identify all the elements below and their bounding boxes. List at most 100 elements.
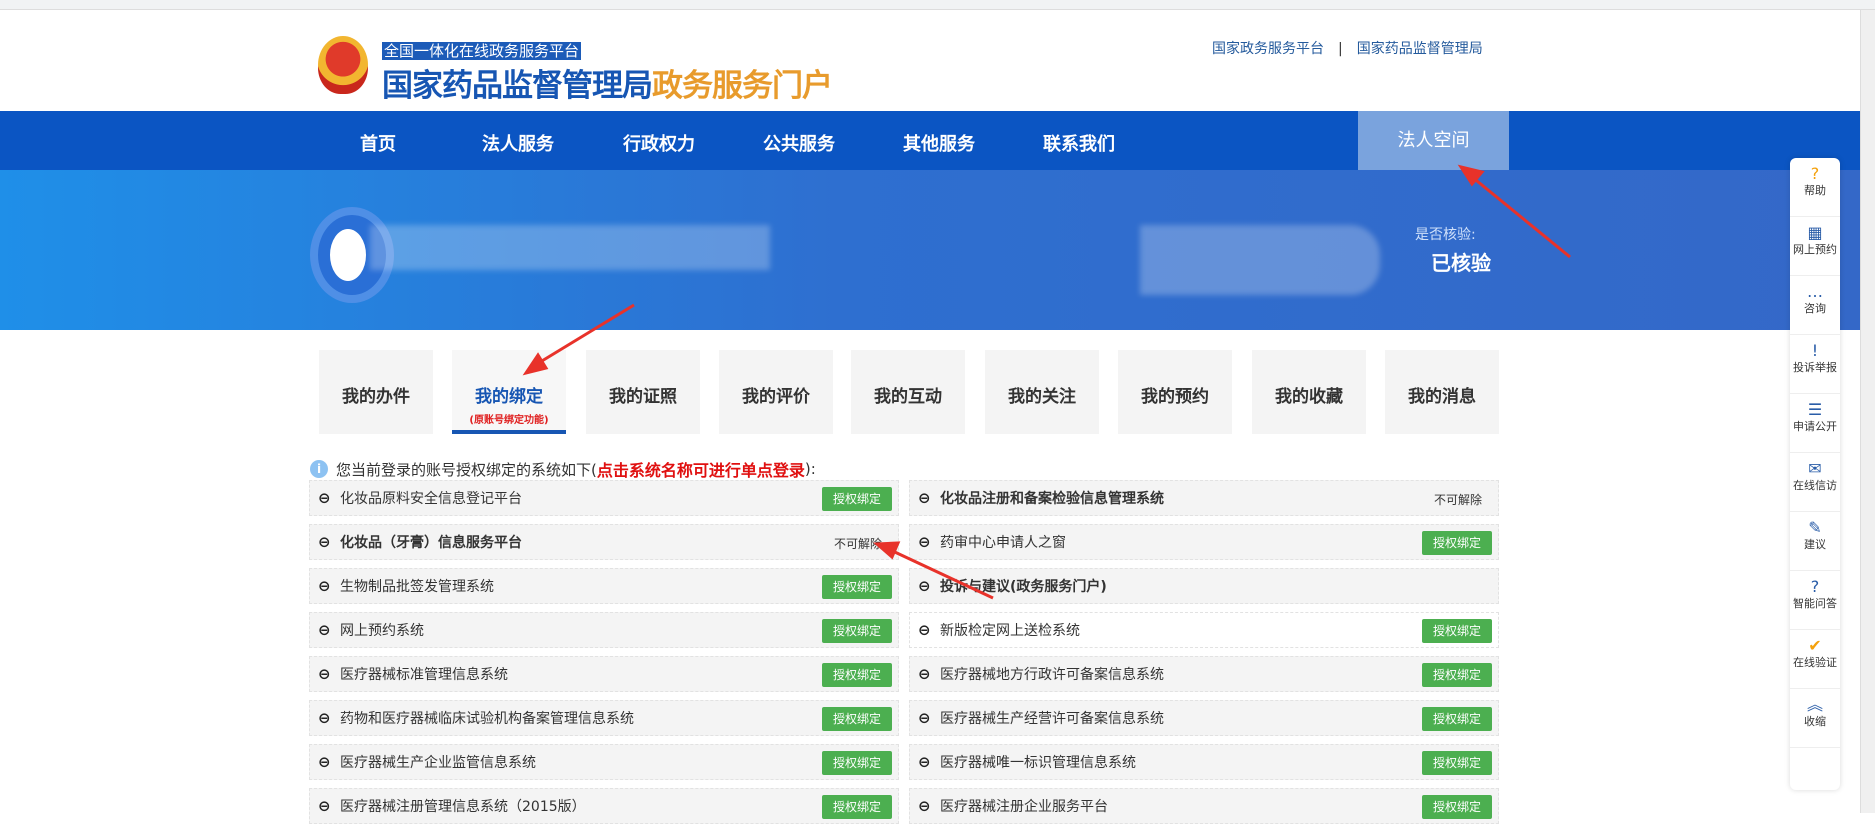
authorize-bind-button[interactable]: 授权绑定	[1422, 751, 1492, 775]
system-name[interactable]: 网上预约系统	[340, 620, 424, 640]
system-name[interactable]: 医疗器械生产企业监管信息系统	[340, 752, 536, 772]
nav-admin-power[interactable]: 行政权力	[623, 130, 695, 156]
tab-2[interactable]: 我的证照	[586, 350, 700, 434]
system-name[interactable]: 医疗器械注册企业服务平台	[940, 796, 1108, 816]
side-item[interactable]: ✎ 建议	[1790, 512, 1840, 571]
link-icon: ⊖	[918, 709, 931, 727]
authorize-bind-button[interactable]: 授权绑定	[822, 663, 892, 687]
side-item[interactable]: ☰ 申请公开	[1790, 394, 1840, 453]
side-item[interactable]: ? 智能问答	[1790, 571, 1840, 630]
status-not-removable: 不可解除	[833, 537, 882, 551]
authorize-bind-button[interactable]: 授权绑定	[822, 619, 892, 643]
system-row: ⊖ 医疗器械生产经营许可备案信息系统 授权绑定	[909, 700, 1499, 736]
system-row: ⊖ 生物制品批签发管理系统 授权绑定	[309, 568, 899, 604]
side-item[interactable]: ✉ 在线信访	[1790, 453, 1840, 512]
side-item[interactable]: ▦ 网上预约	[1790, 217, 1840, 276]
system-row: ⊖ 化妆品（牙膏）信息服务平台 不可解除	[309, 524, 899, 560]
system-row: ⊖ 药物和医疗器械临床试验机构备案管理信息系统 授权绑定	[309, 700, 899, 736]
calendar-icon: ▦	[1807, 223, 1823, 242]
system-row: ⊖ 医疗器械生产企业监管信息系统 授权绑定	[309, 744, 899, 780]
info-icon: i	[310, 460, 328, 478]
tab-label: 我的关注	[1008, 387, 1076, 407]
site-title[interactable]: 国家药品监督管理局政务服务门户	[382, 60, 833, 105]
authorize-bind-button[interactable]: 授权绑定	[1422, 795, 1492, 819]
side-label: 咨询	[1804, 302, 1826, 315]
redacted-name	[370, 225, 770, 270]
tab-label: 我的办件	[342, 387, 410, 407]
tab-label: 我的证照	[609, 387, 677, 407]
nav-public-services[interactable]: 公共服务	[763, 130, 835, 156]
system-row: ⊖ 医疗器械注册管理信息系统（2015版） 授权绑定	[309, 788, 899, 824]
side-label: 建议	[1804, 538, 1826, 551]
authorize-bind-button[interactable]: 授权绑定	[822, 575, 892, 599]
shield-alert-icon: !	[1811, 341, 1819, 360]
tab-label: 我的评价	[742, 387, 810, 407]
link-icon: ⊖	[318, 577, 331, 595]
link-icon: ⊖	[918, 753, 931, 771]
link-nmpa[interactable]: 国家药品监督管理局	[1357, 41, 1483, 57]
authorize-bind-button[interactable]: 授权绑定	[822, 487, 892, 511]
system-row: ⊖ 医疗器械唯一标识管理信息系统 授权绑定	[909, 744, 1499, 780]
system-name[interactable]: 药物和医疗器械临床试验机构备案管理信息系统	[340, 708, 634, 728]
system-name[interactable]: 化妆品原料安全信息登记平台	[340, 488, 522, 508]
system-name[interactable]: 医疗器械地方行政许可备案信息系统	[940, 664, 1164, 684]
side-item[interactable]: … 咨询	[1790, 276, 1840, 335]
tab-0[interactable]: 我的办件	[319, 350, 433, 434]
title-blue: 国家药品监督管理局	[382, 68, 653, 104]
nav-home[interactable]: 首页	[360, 130, 396, 156]
authorize-bind-button[interactable]: 授权绑定	[1422, 531, 1492, 555]
link-icon: ⊖	[318, 665, 331, 683]
system-name[interactable]: 新版检定网上送检系统	[940, 620, 1080, 640]
qa-icon: ?	[1810, 577, 1820, 596]
mail-icon: ✉	[1808, 459, 1822, 478]
system-name[interactable]: 医疗器械生产经营许可备案信息系统	[940, 708, 1164, 728]
nav-legal-space[interactable]: 法人空间	[1358, 111, 1509, 170]
system-name[interactable]: 医疗器械注册管理信息系统（2015版）	[340, 796, 586, 816]
authorize-bind-button[interactable]: 授权绑定	[1422, 619, 1492, 643]
tab-8[interactable]: 我的消息	[1385, 350, 1499, 434]
system-name[interactable]: 投诉与建议(政务服务门户)	[940, 576, 1107, 596]
system-name[interactable]: 医疗器械标准管理信息系统	[340, 664, 508, 684]
side-item[interactable]: ! 投诉举报	[1790, 335, 1840, 394]
authorize-bind-button[interactable]: 授权绑定	[1422, 707, 1492, 731]
tab-5[interactable]: 我的关注	[985, 350, 1099, 434]
system-name[interactable]: 化妆品注册和备案检验信息管理系统	[940, 488, 1164, 508]
collapse-icon: ︽	[1806, 695, 1823, 714]
side-item[interactable]: ✔ 在线验证	[1790, 630, 1840, 689]
tab-4[interactable]: 我的互动	[851, 350, 965, 434]
authorize-bind-button[interactable]: 授权绑定	[822, 795, 892, 819]
system-name[interactable]: 化妆品（牙膏）信息服务平台	[340, 532, 522, 552]
side-label: 收缩	[1804, 715, 1826, 728]
side-item[interactable]: ︽ 收缩	[1790, 689, 1840, 748]
info-highlight: 点击系统名称可进行单点登录	[596, 461, 805, 480]
authorize-bind-button[interactable]: 授权绑定	[822, 707, 892, 731]
user-banner	[0, 170, 1860, 330]
redacted-info	[1140, 225, 1380, 295]
system-name[interactable]: 生物制品批签发管理系统	[340, 576, 494, 596]
tab-7[interactable]: 我的收藏	[1252, 350, 1366, 434]
national-emblem-logo	[318, 36, 368, 94]
side-item[interactable]: ? 帮助	[1790, 158, 1840, 217]
link-icon: ⊖	[918, 533, 931, 551]
nav-other-services[interactable]: 其他服务	[903, 130, 975, 156]
tab-1[interactable]: 我的绑定 (原账号绑定功能)	[452, 350, 566, 434]
verify-status: 已核验	[1431, 251, 1491, 275]
link-gov-platform[interactable]: 国家政务服务平台	[1212, 41, 1324, 57]
system-name[interactable]: 医疗器械唯一标识管理信息系统	[940, 752, 1136, 772]
info-line: i 您当前登录的账号授权绑定的系统如下(点击系统名称可进行单点登录):	[310, 457, 816, 481]
floating-sidebar: ? 帮助 ▦ 网上预约… 咨询! 投诉举报 ☰ 申请公开 ✉ 在线信访 ✎ 建议? 智能问答 ✔ 在线验证 ︽…	[1790, 158, 1840, 790]
tab-6[interactable]: 我的预约	[1118, 350, 1232, 434]
info-text: 您当前登录的账号授权绑定的系统如下(	[336, 460, 597, 479]
nav-contact[interactable]: 联系我们	[1043, 130, 1115, 156]
system-row: ⊖ 投诉与建议(政务服务门户)	[909, 568, 1499, 604]
link-separator: |	[1338, 41, 1343, 57]
system-row: ⊖ 医疗器械地方行政许可备案信息系统 授权绑定	[909, 656, 1499, 692]
scrollbar[interactable]	[1860, 10, 1875, 813]
authorize-bind-button[interactable]: 授权绑定	[822, 751, 892, 775]
authorize-bind-button[interactable]: 授权绑定	[1422, 663, 1492, 687]
tab-label: 我的互动	[874, 387, 942, 407]
system-name[interactable]: 药审中心申请人之窗	[940, 532, 1066, 552]
clipboard-icon: ☰	[1807, 400, 1823, 419]
nav-legal-services[interactable]: 法人服务	[482, 130, 554, 156]
tab-3[interactable]: 我的评价	[719, 350, 833, 434]
